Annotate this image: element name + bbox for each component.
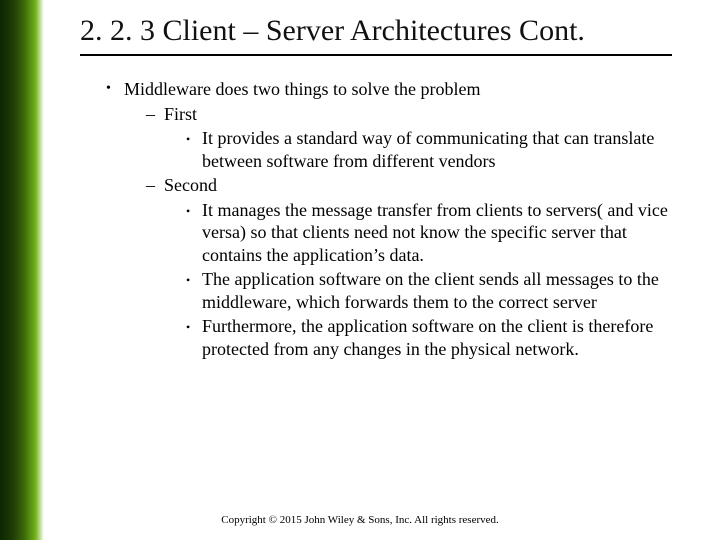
bullet-second-item-1: The application software on the client s… [186, 268, 676, 313]
copyright-footer: Copyright © 2015 John Wiley & Sons, Inc.… [0, 514, 720, 526]
bullet-first-item-0: It provides a standard way of communicat… [186, 127, 676, 172]
bullet-second-label: Second [164, 175, 217, 195]
bullet-second-item-2: Furthermore, the application software on… [186, 315, 676, 360]
bullet-first-item-0-text: It provides a standard way of communicat… [202, 128, 654, 171]
decorative-sidebar [0, 0, 44, 540]
bullet-second-item-0: It manages the message transfer from cli… [186, 199, 676, 267]
title-underline [80, 54, 672, 56]
slide: 2. 2. 3 Client – Server Architectures Co… [0, 0, 720, 540]
bullet-second-item-0-text: It manages the message transfer from cli… [202, 200, 668, 265]
slide-body: Middleware does two things to solve the … [106, 78, 676, 362]
slide-title: 2. 2. 3 Client – Server Architectures Co… [80, 14, 585, 48]
bullet-second: Second It manages the message transfer f… [146, 174, 676, 360]
bullet-top-text: Middleware does two things to solve the … [124, 79, 480, 99]
bullet-second-item-1-text: The application software on the client s… [202, 269, 659, 312]
bullet-first: First It provides a standard way of comm… [146, 103, 676, 173]
bullet-first-label: First [164, 104, 197, 124]
bullet-second-item-2-text: Furthermore, the application software on… [202, 316, 653, 359]
bullet-top: Middleware does two things to solve the … [106, 78, 676, 360]
